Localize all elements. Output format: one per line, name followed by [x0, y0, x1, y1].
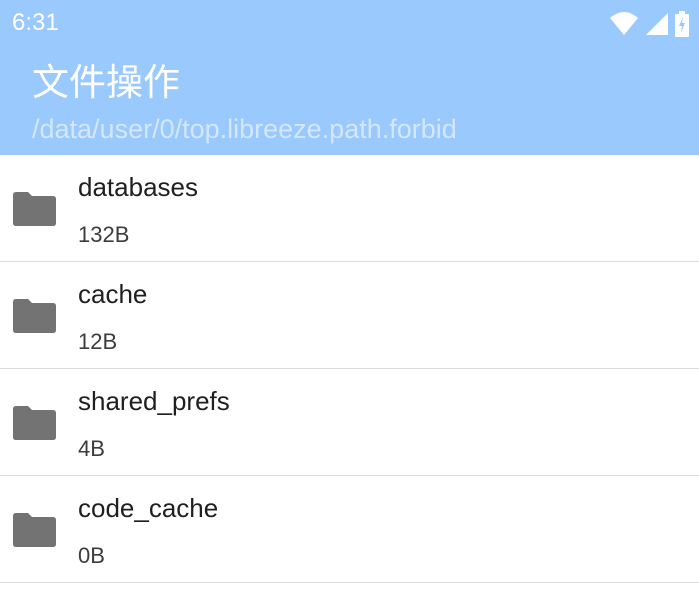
file-name: code_cache — [78, 493, 219, 523]
list-item[interactable]: cache 12B — [0, 262, 699, 369]
status-icons — [609, 10, 689, 38]
status-time: 6:31 — [12, 9, 59, 36]
folder-icon — [13, 513, 56, 547]
file-size: 132B — [78, 222, 130, 247]
folder-icon — [13, 192, 56, 226]
folder-icon — [13, 299, 56, 333]
file-name: databases — [78, 172, 198, 202]
file-size: 0B — [78, 543, 105, 568]
folder-icon — [13, 406, 56, 440]
signal-icon — [645, 12, 669, 36]
page-title: 文件操作 — [32, 61, 180, 104]
file-name: cache — [78, 279, 148, 309]
path-subtitle: /data/user/0/top.libreeze.path.forbid — [32, 114, 457, 144]
screen: 6:31 文件操作 /data/user/0/top.libreeze.path… — [0, 0, 699, 594]
file-size: 4B — [78, 436, 105, 461]
list-item[interactable]: databases 132B — [0, 155, 699, 262]
battery-charging-icon — [675, 11, 689, 37]
list-item[interactable]: code_cache 0B — [0, 476, 699, 583]
wifi-icon — [609, 12, 639, 36]
app-bar: 6:31 文件操作 /data/user/0/top.libreeze.path… — [0, 0, 699, 155]
file-name: shared_prefs — [78, 386, 230, 416]
file-list: databases 132B cache 12B shared_prefs 4B — [0, 155, 699, 583]
file-size: 12B — [78, 329, 118, 354]
status-bar: 6:31 — [0, 0, 699, 48]
list-item[interactable]: shared_prefs 4B — [0, 369, 699, 476]
